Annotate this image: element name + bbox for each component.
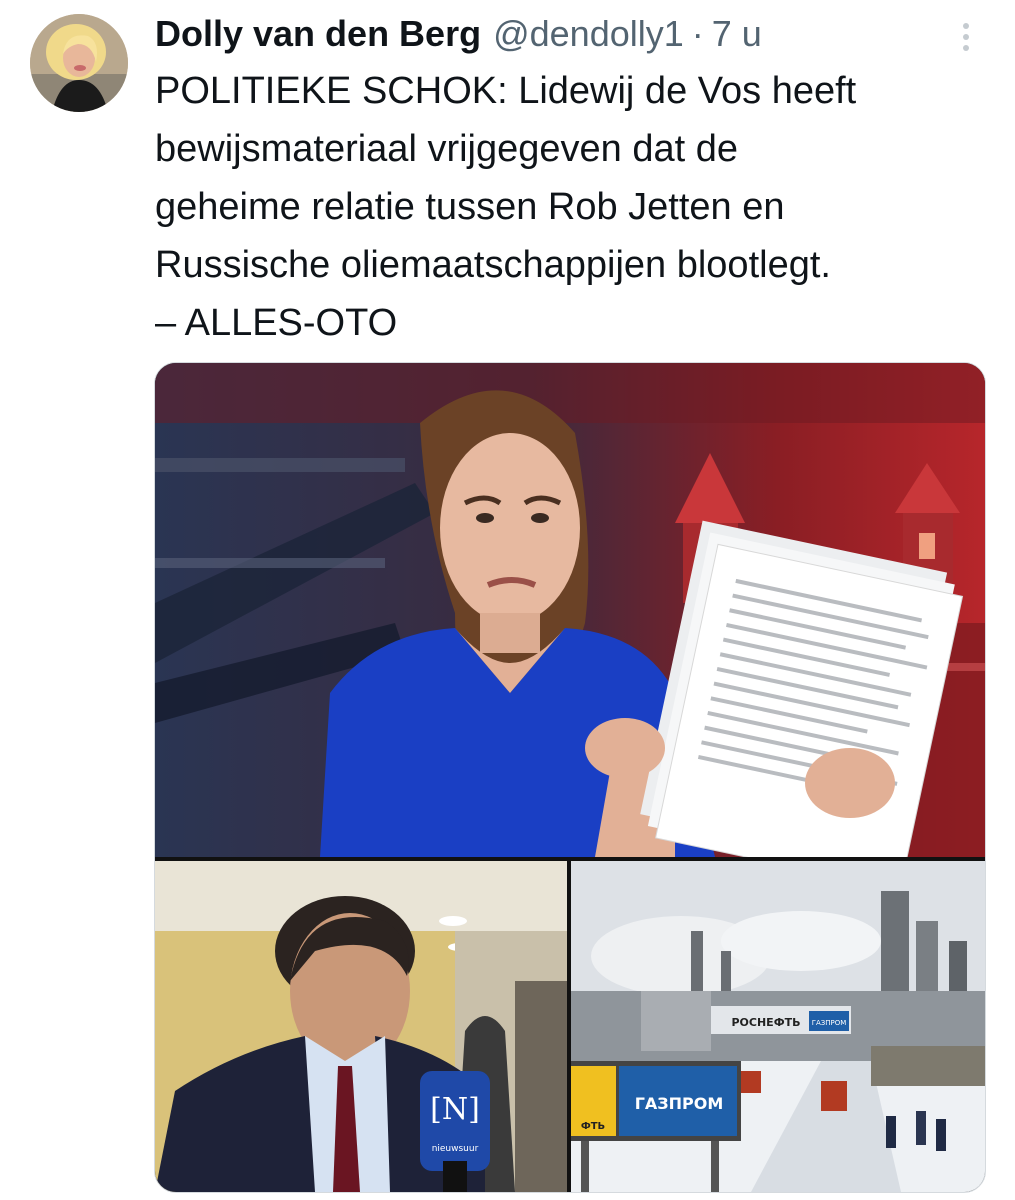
woman-with-documents-photo	[155, 363, 985, 857]
man-interview-photo: [N] nieuwsuur	[155, 861, 567, 1192]
separator-dot: ·	[691, 13, 704, 54]
billboard-fragment-text: ФТЬ	[581, 1121, 605, 1132]
media-image-1[interactable]	[155, 363, 985, 857]
media-image-3[interactable]: РОСНЕФТЬ ГАЗПРОМ ФТЬ ГАЗПРОМ	[571, 861, 985, 1192]
mic-text: nieuwsuur	[432, 1144, 479, 1154]
gazprom-billboard-text: ГАЗПРОМ	[635, 1094, 724, 1113]
tweet[interactable]: Dolly van den Berg @dendolly1 · 7 u POLI…	[0, 0, 1015, 1200]
author-handle[interactable]: @dendolly1	[493, 12, 684, 56]
rosneft-sign-text: РОСНЕФТЬ	[731, 1016, 800, 1029]
avatar-photo	[30, 14, 128, 112]
tweet-text: POLITIEKE SCHOK: Lidewij de Vos heeft be…	[155, 70, 857, 344]
more-dot	[963, 23, 969, 29]
more-dot	[963, 45, 969, 51]
media-grid: [N] nieuwsuur РОСНЕФТЬ ГАЗПРОМ ФТЬ ГАЗПР…	[154, 362, 986, 1193]
tweet-header: Dolly van den Berg @dendolly1 · 7 u	[155, 12, 955, 56]
gazprom-small-sign: ГАЗПРОМ	[812, 1019, 847, 1027]
timestamp[interactable]: 7 u	[712, 12, 762, 56]
refinery-photo: РОСНЕФТЬ ГАЗПРОМ ФТЬ ГАЗПРОМ	[571, 861, 985, 1192]
media-image-2[interactable]: [N] nieuwsuur	[155, 861, 567, 1192]
mic-logo: [N]	[430, 1092, 480, 1127]
more-dot	[963, 34, 969, 40]
avatar[interactable]	[30, 14, 128, 112]
author-name[interactable]: Dolly van den Berg	[155, 12, 481, 56]
more-options-icon[interactable]	[956, 18, 976, 58]
